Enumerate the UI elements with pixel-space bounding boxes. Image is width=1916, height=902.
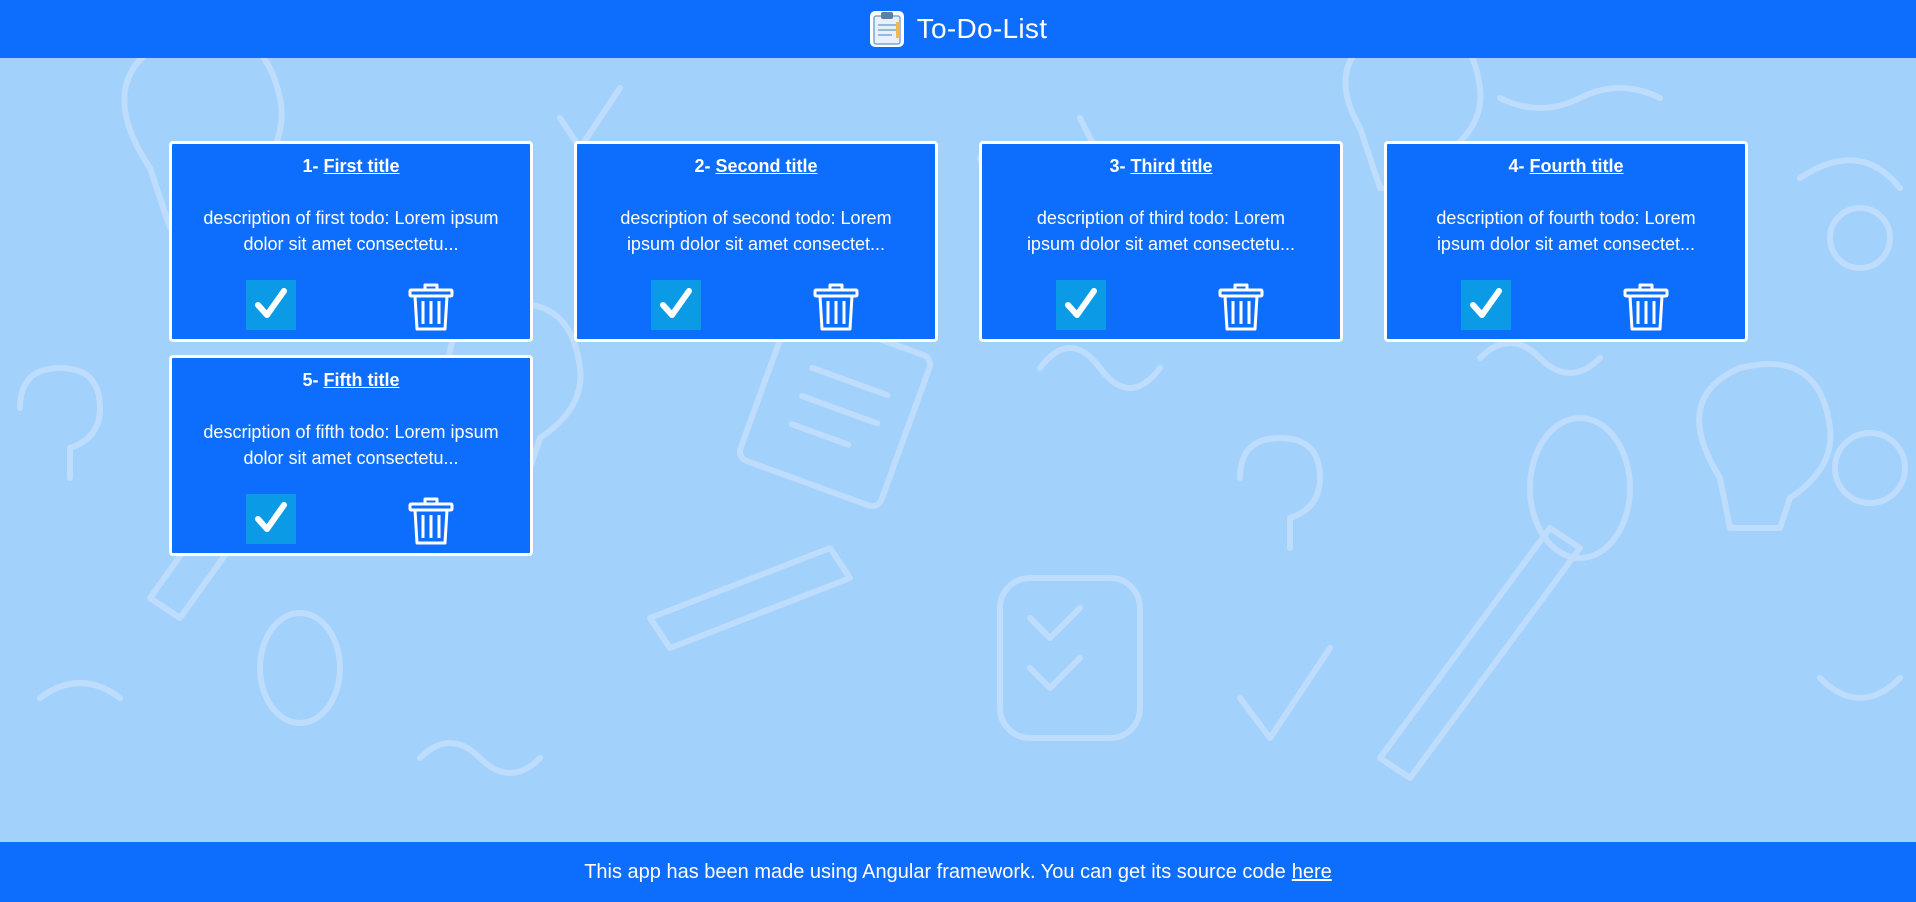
todo-heading: 5- Fifth title <box>172 370 530 391</box>
trash-icon <box>1621 283 1671 336</box>
mark-done-button[interactable] <box>651 280 701 330</box>
todo-heading: 2- Second title <box>577 156 935 177</box>
todo-title-link[interactable]: Second title <box>716 156 818 176</box>
todo-description: description of fifth todo: Lorem ipsum d… <box>203 422 499 468</box>
mark-done-button[interactable] <box>1461 280 1511 330</box>
delete-button[interactable] <box>406 493 456 547</box>
clipboard-icon <box>869 10 905 48</box>
trash-icon <box>811 283 861 336</box>
footer-text: This app has been made using Angular fra… <box>584 860 1286 883</box>
todo-card: 3- Third title description of third todo… <box>979 141 1343 342</box>
checkmark-icon <box>251 284 291 327</box>
todo-description: description of third todo: Lorem ipsum d… <box>1026 208 1296 254</box>
delete-button[interactable] <box>811 279 861 333</box>
delete-button[interactable] <box>1216 279 1266 333</box>
checkmark-icon <box>1466 284 1506 327</box>
todo-number: 1- <box>302 156 319 176</box>
todo-number: 5- <box>302 370 319 390</box>
app-header: To-Do-List <box>0 0 1916 58</box>
todo-title-link[interactable]: Fifth title <box>324 370 400 390</box>
source-code-link[interactable]: here <box>1292 861 1332 884</box>
trash-icon <box>1216 283 1266 336</box>
todo-card: 4- Fourth title description of fourth to… <box>1384 141 1748 342</box>
mark-done-button[interactable] <box>1056 280 1106 330</box>
mark-done-button[interactable] <box>246 494 296 544</box>
todo-title-link[interactable]: Fourth title <box>1530 156 1624 176</box>
todo-description: description of second todo: Lorem ipsum … <box>620 208 892 254</box>
delete-button[interactable] <box>406 279 456 333</box>
todo-title-link[interactable]: First title <box>324 156 400 176</box>
todo-grid: 1- First title description of first todo… <box>169 141 1749 556</box>
todo-number: 3- <box>1109 156 1126 176</box>
todo-number: 4- <box>1508 156 1525 176</box>
todo-description: description of first todo: Lorem ipsum d… <box>203 208 499 254</box>
todo-card: 2- Second title description of second to… <box>574 141 938 342</box>
checkmark-icon <box>251 498 291 541</box>
todo-heading: 4- Fourth title <box>1387 156 1745 177</box>
todo-heading: 3- Third title <box>982 156 1340 177</box>
todo-card: 1- First title description of first todo… <box>169 141 533 342</box>
todo-card: 5- Fifth title description of fifth todo… <box>169 355 533 556</box>
trash-icon <box>406 497 456 550</box>
app-title: To-Do-List <box>916 13 1048 44</box>
delete-button[interactable] <box>1621 279 1671 333</box>
todo-number: 2- <box>694 156 711 176</box>
checkmark-icon <box>656 284 696 327</box>
todo-heading: 1- First title <box>172 156 530 177</box>
checkmark-icon <box>1061 284 1101 327</box>
todo-description: description of fourth todo: Lorem ipsum … <box>1436 208 1696 254</box>
mark-done-button[interactable] <box>246 280 296 330</box>
app-footer: This app has been made using Angular fra… <box>0 842 1916 902</box>
todo-title-link[interactable]: Third title <box>1131 156 1213 176</box>
trash-icon <box>406 283 456 336</box>
